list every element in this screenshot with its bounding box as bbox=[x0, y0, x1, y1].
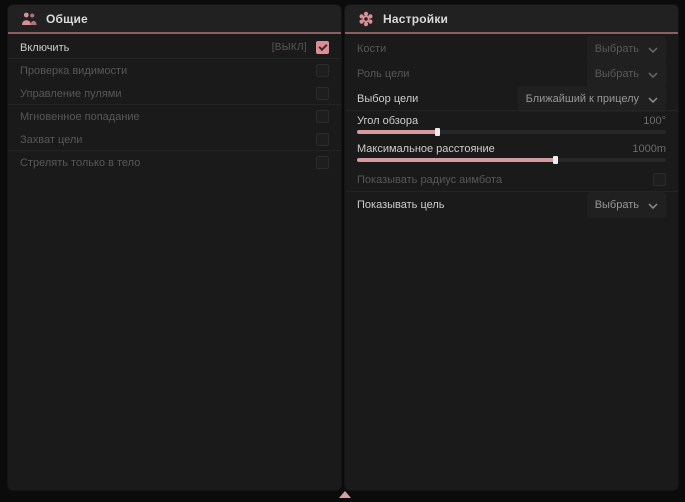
target-select-dropdown[interactable]: Ближайший к прицелу bbox=[518, 86, 666, 112]
setting-row-target-lock[interactable]: Захват цели bbox=[8, 128, 341, 151]
checkbox-target-lock[interactable] bbox=[316, 133, 329, 146]
setting-row-target-role[interactable]: Роль цели Выбрать bbox=[345, 61, 678, 86]
checkbox-show-aimbot-radius[interactable] bbox=[653, 173, 666, 186]
checkbox-instant-hit[interactable] bbox=[316, 110, 329, 123]
setting-row-instant-hit[interactable]: Мгновенное попадание bbox=[8, 105, 341, 128]
users-icon bbox=[21, 12, 37, 26]
setting-row-body-only[interactable]: Стрелять только в тело bbox=[8, 151, 341, 174]
max-distance-slider[interactable] bbox=[357, 158, 666, 162]
setting-row-enable[interactable]: Включить [ВЫКЛ] bbox=[8, 36, 341, 59]
setting-label: Кости bbox=[357, 43, 587, 55]
setting-label: Роль цели bbox=[357, 68, 587, 80]
checkbox-bullet-control[interactable] bbox=[316, 87, 329, 100]
dropdown-value: Выбрать bbox=[595, 199, 639, 211]
setting-row-show-aimbot-radius[interactable]: Показывать радиус аимбота bbox=[345, 167, 678, 192]
setting-label: Проверка видимости bbox=[20, 65, 316, 77]
setting-label: Выбор цели bbox=[357, 93, 518, 105]
settings-rows: Кости Выбрать Роль цели Выбрать Выбор це… bbox=[345, 34, 678, 217]
checkbox-enable[interactable] bbox=[316, 41, 329, 54]
chevron-down-icon bbox=[648, 65, 658, 83]
fov-value: 100° bbox=[643, 115, 666, 127]
setting-row-max-distance: Максимальное расстояние 1000m bbox=[345, 139, 678, 167]
panel-settings: Настройки Кости Выбрать Роль цели Выбрат… bbox=[345, 5, 678, 490]
dropdown-value: Ближайший к прицелу bbox=[526, 93, 639, 105]
setting-label: Включить bbox=[20, 42, 272, 54]
setting-label: Управление пулями bbox=[20, 88, 316, 100]
setting-label: Мгновенное попадание bbox=[20, 111, 316, 123]
setting-row-show-target[interactable]: Показывать цель Выбрать bbox=[345, 192, 678, 217]
chevron-down-icon bbox=[648, 90, 658, 108]
panel-general-header: Общие bbox=[8, 5, 341, 34]
setting-label: Максимальное расстояние bbox=[357, 143, 632, 155]
panel-title-general: Общие bbox=[46, 12, 88, 26]
setting-row-bullet-control[interactable]: Управление пулями bbox=[8, 82, 341, 105]
setting-row-fov: Угол обзора 100° bbox=[345, 111, 678, 139]
setting-row-bones[interactable]: Кости Выбрать bbox=[345, 36, 678, 61]
setting-label: Стрелять только в тело bbox=[20, 157, 316, 169]
panel-title-settings: Настройки bbox=[383, 12, 448, 26]
gear-icon bbox=[358, 11, 374, 27]
checkbox-visibility-check[interactable] bbox=[316, 64, 329, 77]
dropdown-value: Выбрать bbox=[595, 43, 639, 55]
max-distance-value: 1000m bbox=[632, 143, 666, 155]
max-distance-slider-thumb[interactable] bbox=[553, 156, 558, 164]
show-target-dropdown[interactable]: Выбрать bbox=[587, 192, 666, 218]
check-icon bbox=[318, 42, 327, 51]
state-badge: [ВЫКЛ] bbox=[272, 42, 307, 53]
setting-label: Показывать цель bbox=[357, 199, 587, 211]
panel-settings-header: Настройки bbox=[345, 5, 678, 34]
general-rows: Включить [ВЫКЛ] Проверка видимости Управ… bbox=[8, 34, 341, 174]
max-distance-slider-fill bbox=[357, 158, 555, 162]
dropdown-value: Выбрать bbox=[595, 68, 639, 80]
chevron-down-icon bbox=[648, 196, 658, 214]
target-role-dropdown[interactable]: Выбрать bbox=[587, 61, 666, 87]
bones-dropdown[interactable]: Выбрать bbox=[587, 36, 666, 62]
fov-slider[interactable] bbox=[357, 130, 666, 134]
fov-slider-fill bbox=[357, 130, 437, 134]
checkbox-body-only[interactable] bbox=[316, 156, 329, 169]
setting-row-target-select[interactable]: Выбор цели Ближайший к прицелу bbox=[345, 86, 678, 111]
setting-row-visibility-check[interactable]: Проверка видимости bbox=[8, 59, 341, 82]
setting-label: Захват цели bbox=[20, 134, 316, 146]
setting-label: Угол обзора bbox=[357, 115, 643, 127]
chevron-down-icon bbox=[648, 40, 658, 58]
setting-label: Показывать радиус аимбота bbox=[357, 174, 653, 186]
up-arrow-cursor bbox=[339, 491, 351, 498]
panel-general: Общие Включить [ВЫКЛ] Проверка видимости… bbox=[8, 5, 341, 490]
fov-slider-thumb[interactable] bbox=[435, 128, 440, 136]
